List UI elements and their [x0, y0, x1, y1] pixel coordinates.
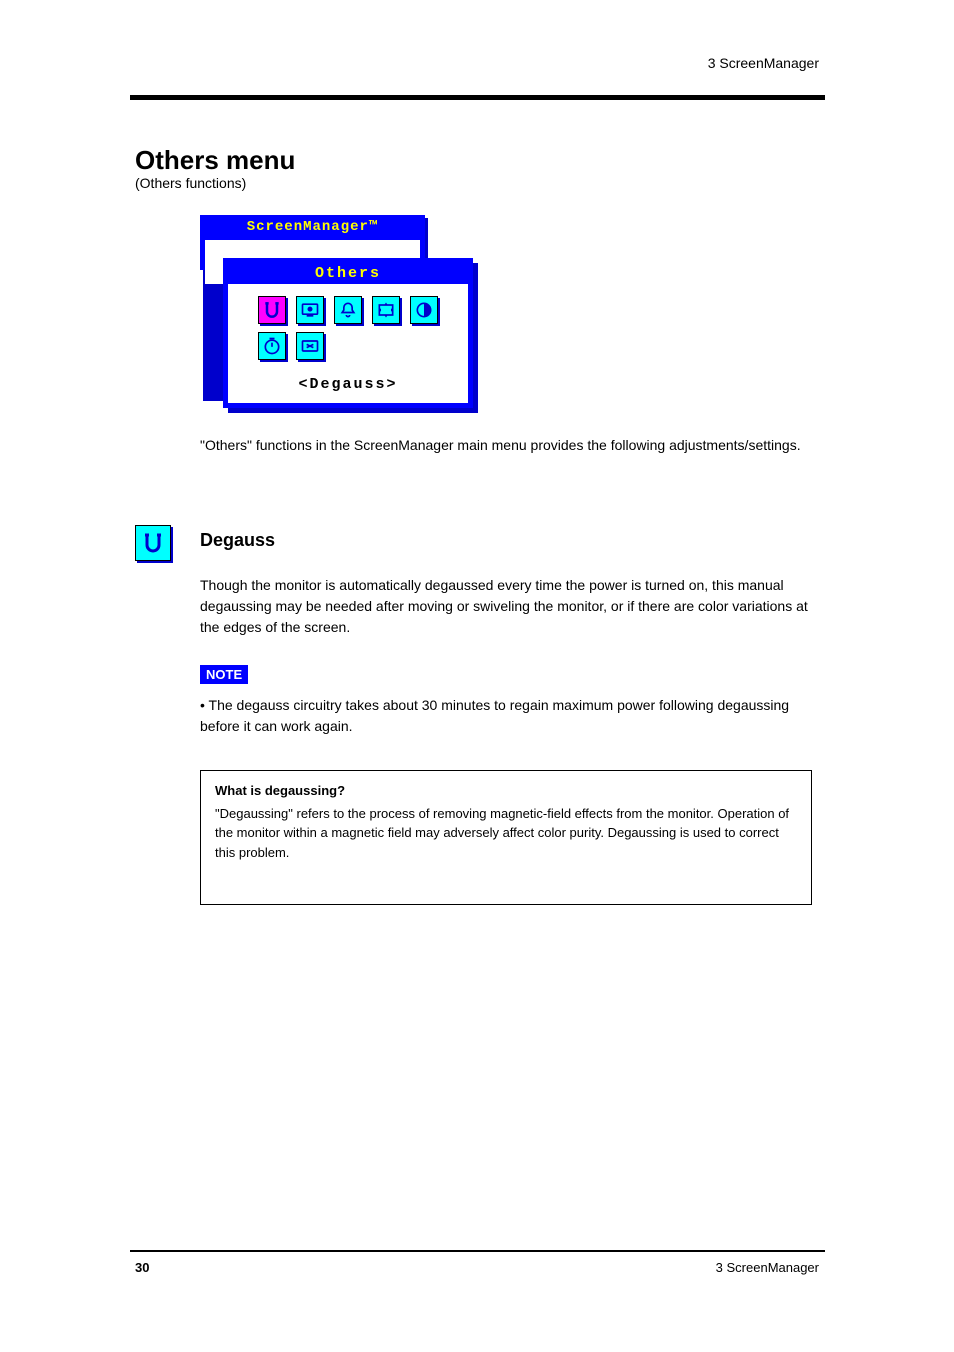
off-timer-icon[interactable] [258, 332, 286, 360]
degauss-heading: Degauss [200, 530, 275, 551]
reset-icon[interactable] [296, 332, 324, 360]
note-body-text: The degauss circuitry takes about 30 min… [200, 697, 789, 734]
header-right: 3 ScreenManager [708, 55, 819, 71]
degauss-body: Though the monitor is automatically dega… [200, 575, 810, 638]
note-body: • The degauss circuitry takes about 30 m… [200, 695, 810, 737]
osd-main-title: ScreenManager™ [202, 217, 423, 237]
menu-position-icon[interactable] [372, 296, 400, 324]
power-save-icon[interactable] [296, 296, 324, 324]
degauss-icon[interactable] [258, 296, 286, 324]
intro-text: "Others" functions in the ScreenManager … [200, 435, 810, 456]
degauss-icon-inline [135, 525, 171, 561]
beep-icon[interactable] [334, 296, 362, 324]
info-box: What is degaussing? "Degaussing" refers … [200, 770, 812, 905]
footer-page: 30 [135, 1260, 149, 1275]
section-title: Others menu [135, 145, 295, 176]
osd-selected-label: <Degauss> [228, 376, 468, 393]
osd-sub-title: Others [228, 263, 468, 284]
footer-section: 3 ScreenManager [716, 1260, 819, 1275]
note-badge: NOTE [200, 665, 248, 684]
footer-rule [130, 1250, 825, 1252]
osd-sub-window: Others [223, 258, 473, 408]
header-rule [130, 95, 825, 100]
contrast-icon[interactable] [410, 296, 438, 324]
section-subtitle: (Others functions) [135, 175, 246, 191]
info-box-title: What is degaussing? [215, 781, 797, 801]
info-box-body: "Degaussing" refers to the process of re… [215, 804, 797, 863]
